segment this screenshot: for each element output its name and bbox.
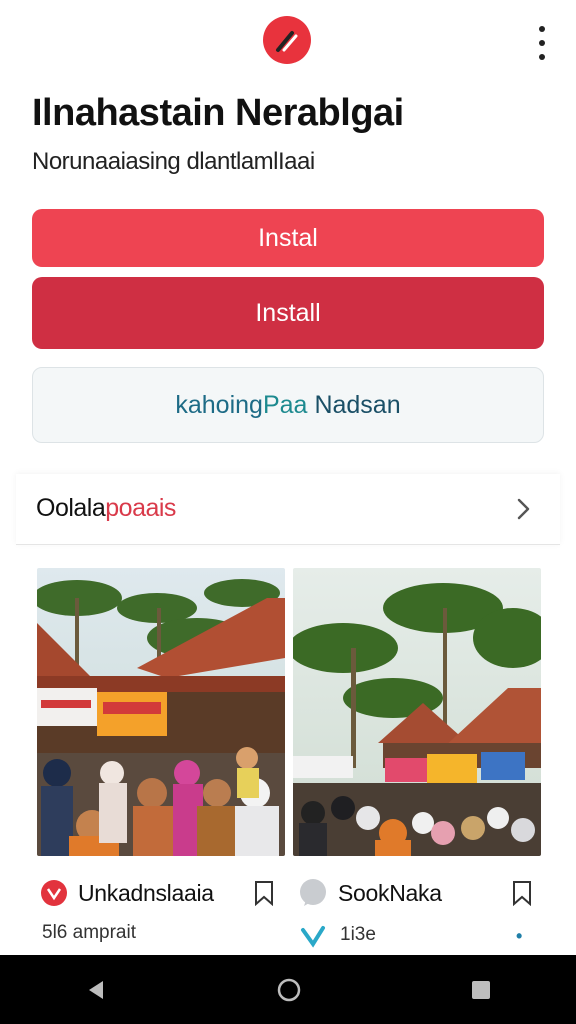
- card-image-1[interactable]: [37, 568, 285, 856]
- system-nav-bar: [0, 955, 576, 1024]
- card-1-title: Unkadnslaaia: [78, 879, 214, 906]
- install-button-primary-label: Instal: [258, 223, 318, 252]
- install-button-primary[interactable]: Instal: [32, 209, 544, 267]
- outline-action-button[interactable]: kahoing Paa Nadsan: [32, 367, 544, 443]
- card-2-meta-row: 1i3e: [300, 922, 376, 948]
- more-vert-icon[interactable]: [532, 26, 552, 60]
- check-badge-icon: [301, 926, 325, 948]
- section-title-a: Oolala: [36, 494, 106, 522]
- app-subtitle: Norunaaiasing dlantlamlIaai: [32, 148, 315, 175]
- app-logo-icon: [263, 16, 311, 64]
- card-1-meta: 5l6 amprait: [42, 922, 136, 943]
- section-header[interactable]: Oolalapoaais: [16, 474, 560, 545]
- card-2-meta: 1i3e: [340, 924, 376, 945]
- outline-button-label-prefix: kahoing: [175, 390, 263, 419]
- card-2-side-icon: •: [516, 926, 523, 946]
- chat-bubble-icon: [300, 879, 326, 906]
- outline-button-label-mid: Paa: [262, 390, 308, 419]
- chevron-right-icon[interactable]: [510, 496, 536, 522]
- recents-square-icon[interactable]: [470, 979, 492, 1001]
- card-image-2[interactable]: [293, 568, 541, 856]
- section-title-b: poaais: [105, 494, 176, 522]
- bookmark-icon[interactable]: [252, 880, 276, 906]
- section-title: Oolalapoaais: [36, 494, 176, 523]
- bookmark-icon[interactable]: [510, 880, 534, 906]
- card-1-header[interactable]: Unkadnslaaia: [40, 874, 280, 912]
- red-circle-icon: [41, 880, 67, 906]
- app-title: Ilnahastain Nerablgai: [32, 92, 404, 134]
- outline-button-label-suffix: Nadsan: [314, 390, 401, 419]
- card-2-title: SookNaka: [338, 879, 442, 906]
- back-triangle-icon[interactable]: [84, 978, 108, 1002]
- install-button-secondary-label: Install: [255, 298, 321, 327]
- card-2-header[interactable]: SookNaka: [298, 874, 538, 912]
- top-bar: [0, 0, 576, 84]
- install-button-secondary[interactable]: Install: [32, 277, 544, 349]
- home-circle-icon[interactable]: [276, 977, 302, 1003]
